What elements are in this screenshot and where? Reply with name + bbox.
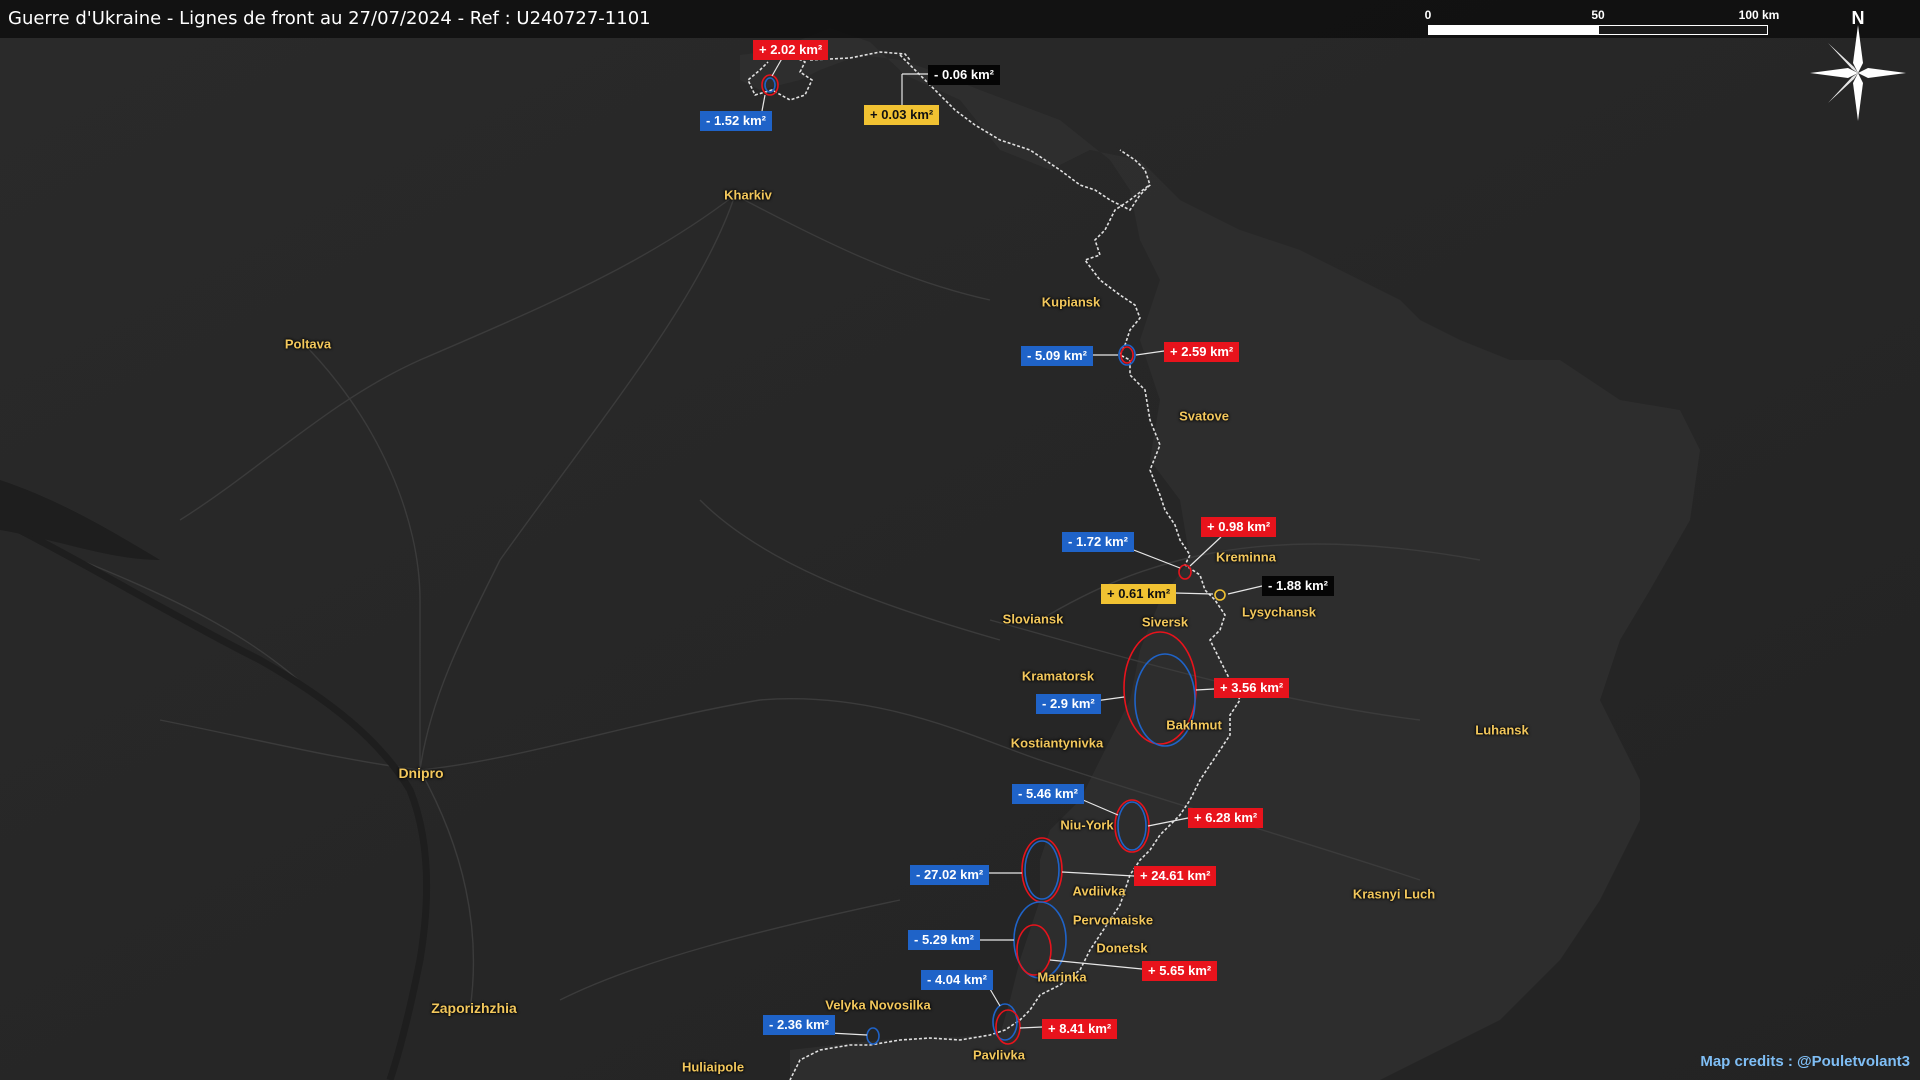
change-tag-c9[interactable]: + 0.61 km² [1101,584,1177,604]
change-tag-c19[interactable]: - 4.04 km² [921,970,993,990]
change-tag-c14[interactable]: + 6.28 km² [1188,808,1264,828]
scale-segment-2 [1598,25,1768,35]
city-luhansk: Luhansk [1475,722,1529,738]
city-marinka: Marinka [1037,969,1087,985]
city-kupiansk: Kupiansk [1041,294,1101,310]
scale-tick-50: 50 [1591,8,1605,22]
change-tag-c10[interactable]: - 1.88 km² [1262,576,1334,596]
map-credits: Map credits : @Pouletvolant3 [1700,1053,1910,1070]
city-lysychansk: Lysychansk [1242,604,1316,620]
change-tag-c15[interactable]: - 27.02 km² [910,865,990,885]
map-canvas[interactable] [0,0,1920,1080]
city-kramatorsk: Kramatorsk [1021,668,1095,684]
city-zaporizhzhia: Zaporizhzhia [431,1000,517,1016]
city-bakhmut: Bakhmut [1166,717,1222,733]
change-tag-c20[interactable]: - 2.36 km² [763,1015,835,1035]
city-velyka-novosilka: Velyka Novosilka [825,997,931,1013]
change-tag-c6[interactable]: + 2.59 km² [1164,342,1240,362]
city-kostiantynivka: Kostiantynivka [1010,735,1104,751]
change-tag-c2[interactable]: - 1.52 km² [700,111,772,131]
change-tag-c18[interactable]: + 5.65 km² [1142,961,1218,981]
city-pavlivka: Pavlivka [972,1047,1026,1063]
change-tag-c5[interactable]: - 5.09 km² [1021,346,1093,366]
change-tag-c1[interactable]: + 2.02 km² [753,40,829,60]
scale-bar: 0 50 100 km [1424,8,1779,38]
change-tag-c11[interactable]: + 3.56 km² [1214,678,1290,698]
city-avdiivka: Avdiivka [1072,883,1126,899]
city-dnipro: Dnipro [398,765,444,781]
city-poltava: Poltava [284,336,332,352]
city-svatove: Svatove [1179,408,1229,424]
city-kreminna: Kreminna [1216,549,1276,565]
scale-segment-1 [1428,25,1598,35]
change-tag-c16[interactable]: + 24.61 km² [1134,866,1217,886]
city-huliaipole: Huliaipole [681,1059,745,1075]
change-tag-c4[interactable]: + 0.03 km² [864,105,940,125]
change-tag-c21[interactable]: + 8.41 km² [1042,1019,1118,1039]
scale-tick-100: 100 km [1738,8,1780,22]
city-donetsk: Donetsk [1096,940,1148,956]
compass-rose-icon [1810,25,1906,121]
city-niu-york: Niu-York [1060,817,1114,833]
change-tag-c13[interactable]: - 5.46 km² [1012,784,1084,804]
scale-tick-0: 0 [1424,8,1432,22]
city-siversk: Siversk [1141,614,1189,630]
north-arrow: N [1808,8,1908,123]
city-kharkiv: Kharkiv [724,187,772,203]
change-tag-c3[interactable]: - 0.06 km² [928,65,1000,85]
change-tag-c17[interactable]: - 5.29 km² [908,930,980,950]
city-pervomaiske: Pervomaiske [1072,912,1154,928]
city-sloviansk: Sloviansk [1002,611,1064,627]
change-tag-c8[interactable]: + 0.98 km² [1201,517,1277,537]
city-krasnyi-luch: Krasnyi Luch [1352,886,1436,902]
change-tag-c7[interactable]: - 1.72 km² [1062,532,1134,552]
change-tag-c12[interactable]: - 2.9 km² [1036,694,1101,714]
map-title: Guerre d'Ukraine - Lignes de front au 27… [8,8,651,29]
